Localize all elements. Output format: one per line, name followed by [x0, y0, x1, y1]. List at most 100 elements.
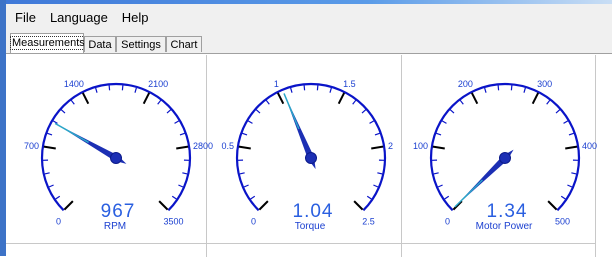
- gauge-major-tick: [453, 201, 461, 209]
- gauge-tick-label: 2800: [193, 141, 213, 151]
- gauge-major-tick: [472, 93, 477, 104]
- gauge-needle-tip: [455, 180, 483, 207]
- gauge-minor-tick: [375, 133, 380, 135]
- gauge-minor-tick: [330, 88, 331, 93]
- gauge-minor-tick: [240, 173, 245, 174]
- gauge-needle-tip: [284, 93, 299, 129]
- gauge-minor-tick: [436, 133, 441, 135]
- gauge-major-tick: [64, 201, 72, 209]
- menu-bar: File Language Help: [6, 4, 612, 32]
- gauge-major-tick: [44, 147, 56, 149]
- gauge-major-tick: [278, 93, 283, 104]
- gauge-minor-tick: [248, 121, 252, 124]
- gauge-minor-tick: [242, 133, 247, 135]
- gauge-tick-label: 100: [413, 141, 428, 151]
- gauge-minor-tick: [96, 88, 97, 93]
- gauge-minor-tick: [353, 100, 356, 104]
- gauges-canvas: 07001400210028003500967RPM 00.511.522.51…: [6, 54, 612, 257]
- tab-data[interactable]: Data: [84, 36, 116, 52]
- gauge-major-tick: [548, 201, 556, 209]
- gauge-minor-tick: [180, 133, 185, 135]
- gauge-minor-tick: [53, 121, 57, 124]
- gauge-major-tick: [144, 93, 149, 104]
- gauge-minor-tick: [49, 185, 54, 187]
- gauge-major-tick: [339, 93, 344, 104]
- gauge-major-tick: [259, 201, 267, 209]
- gauge-minor-tick: [569, 133, 574, 135]
- gauge-major-tick: [354, 201, 362, 209]
- tab-settings[interactable]: Settings: [116, 36, 166, 52]
- gauge-torque: 00.511.522.51.04Torque: [222, 79, 393, 232]
- gauge-hub: [111, 153, 122, 164]
- gauge-minor-tick: [370, 121, 374, 124]
- gauge-major-tick: [176, 147, 188, 149]
- gauge-minor-tick: [367, 196, 371, 199]
- gauge-minor-tick: [450, 110, 454, 113]
- gauge-minor-tick: [434, 173, 439, 174]
- gauge-minor-tick: [61, 110, 65, 113]
- gauge-minor-tick: [256, 110, 260, 113]
- gauge-hub: [500, 153, 511, 164]
- gauge-minor-tick: [524, 88, 525, 93]
- gauge-tick-label: 500: [555, 216, 570, 226]
- gauge-label: Motor Power: [476, 221, 533, 232]
- gauge-label: RPM: [104, 221, 126, 232]
- gauge-tick-label: 200: [458, 79, 473, 89]
- gauge-minor-tick: [175, 121, 179, 124]
- gauge-minor-tick: [362, 110, 366, 113]
- gauge-minor-tick: [556, 110, 560, 113]
- gauge-tick-label: 0: [445, 216, 450, 226]
- gauge-tick-label: 0: [56, 216, 61, 226]
- gauge-label: Torque: [295, 221, 326, 232]
- gauge-minor-tick: [135, 88, 136, 93]
- gauge-minor-tick: [251, 196, 255, 199]
- gauge-tick-label: 300: [537, 79, 552, 89]
- menu-language[interactable]: Language: [43, 4, 115, 32]
- measurements-panel: 07001400210028003500967RPM 00.511.522.51…: [6, 53, 612, 256]
- gauge-minor-tick: [373, 185, 378, 187]
- gauge-minor-tick: [485, 88, 486, 93]
- gauge-minor-tick: [158, 100, 161, 104]
- gauge-arc: [42, 84, 190, 210]
- tab-chart[interactable]: Chart: [166, 36, 202, 52]
- gauge-tick-label: 700: [24, 141, 39, 151]
- gauge-readout: 1.34: [487, 201, 528, 222]
- gauge-tick-label: 2100: [148, 79, 168, 89]
- gauge-rpm: 0 700 1400 2100 2800 3500 967RPM: [24, 79, 213, 232]
- gauge-minor-tick: [56, 196, 60, 199]
- gauge-major-tick: [159, 201, 167, 209]
- gauge-tick-label: 1400: [64, 79, 84, 89]
- gauge-motor-power: 0 100 200 300 400 500 1.34Motor Power: [413, 79, 597, 232]
- gauge-minor-tick: [178, 185, 183, 187]
- gauge-major-tick: [371, 147, 383, 149]
- gauge-minor-tick: [172, 196, 176, 199]
- gauge-minor-tick: [567, 185, 572, 187]
- gauge-readout: 1.04: [293, 201, 334, 222]
- gauge-readout: 967: [101, 201, 136, 222]
- gauge-tick-label: 2.5: [362, 216, 375, 226]
- tab-measurements[interactable]: Measurements: [10, 33, 84, 54]
- gauge-minor-tick: [460, 100, 463, 104]
- gauge-minor-tick: [445, 196, 449, 199]
- menu-file[interactable]: File: [6, 4, 43, 32]
- gauge-tick-label: 400: [582, 141, 597, 151]
- gauge-minor-tick: [266, 100, 269, 104]
- gauge-tick-label: 3500: [163, 216, 183, 226]
- gauge-arc: [431, 84, 579, 210]
- gauge-tick-label: 0: [251, 216, 256, 226]
- menu-help[interactable]: Help: [115, 4, 156, 32]
- gauge-hub: [306, 153, 317, 164]
- gauge-minor-tick: [291, 88, 292, 93]
- gauge-tick-label: 2: [388, 141, 393, 151]
- gauge-minor-tick: [438, 185, 443, 187]
- gauge-major-tick: [433, 147, 445, 149]
- gauge-major-tick: [565, 147, 577, 149]
- gauge-tick-label: 1.5: [343, 79, 356, 89]
- gauge-arc: [237, 84, 385, 210]
- gauge-minor-tick: [47, 133, 52, 135]
- gauge-major-tick: [533, 93, 538, 104]
- gauge-major-tick: [239, 147, 251, 149]
- gauge-minor-tick: [564, 121, 568, 124]
- gauge-needle-tip: [55, 123, 88, 142]
- gauge-tick-label: 0.5: [222, 141, 235, 151]
